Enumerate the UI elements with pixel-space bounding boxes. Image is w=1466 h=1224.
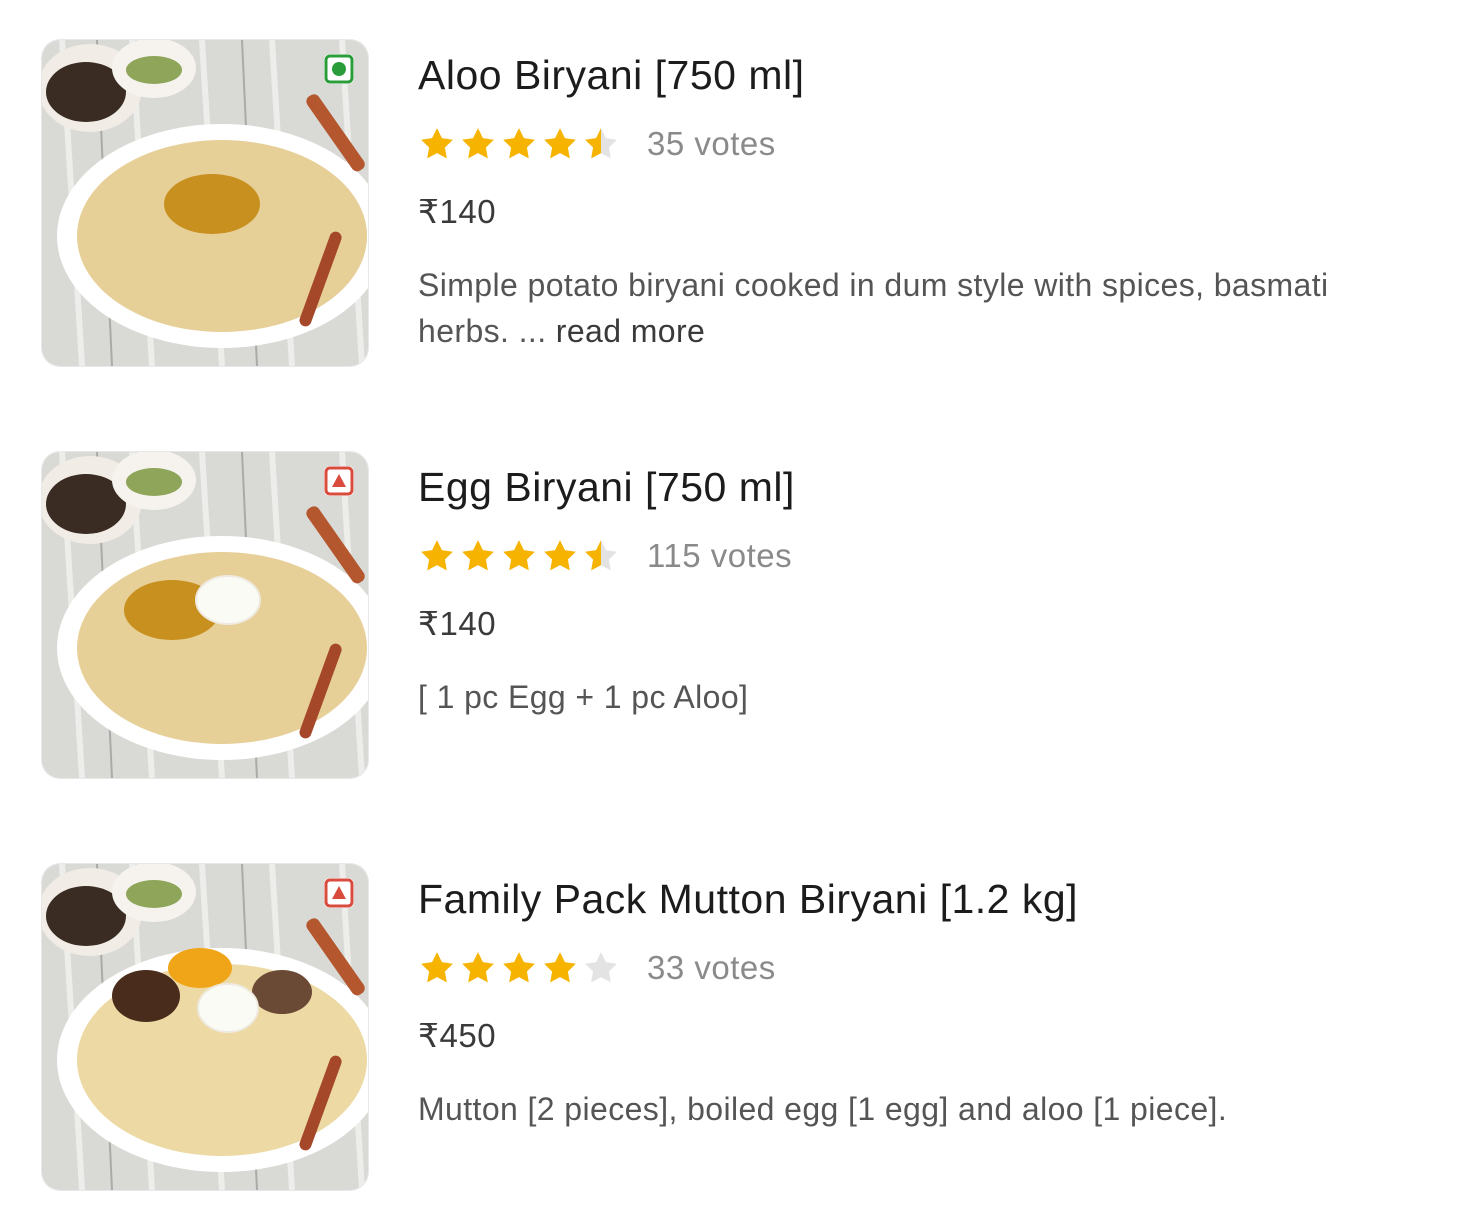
votes-count: 115 votes [647, 537, 793, 574]
star-icon [462, 540, 494, 571]
star-icon [421, 540, 453, 571]
item-price: ₹140 [418, 605, 497, 642]
star-icon [462, 128, 494, 159]
item-name[interactable]: Family Pack Mutton Biryani [1.2 kg] [418, 876, 1078, 923]
menu-item[interactable]: Aloo Biryani [750 ml] 35 votes ₹140 Simp… [0, 40, 1466, 370]
star-rating [418, 125, 623, 163]
item-name[interactable]: Egg Biryani [750 ml] [418, 464, 795, 511]
votes-count: 33 votes [647, 949, 776, 986]
star-icon [503, 540, 535, 571]
non-veg-icon [324, 878, 354, 908]
veg-icon [324, 54, 354, 84]
item-description: Mutton [2 pieces], boiled egg [1 egg] an… [418, 1091, 1228, 1127]
star-icon [503, 952, 535, 983]
mutton-biryani-image[interactable] [42, 864, 368, 1190]
star-icon [421, 128, 453, 159]
star-rating [418, 949, 623, 987]
star-icon [544, 128, 576, 159]
rating-row: 35 votes [418, 122, 776, 166]
star-icon [503, 128, 535, 159]
half-star-icon [585, 540, 617, 571]
star-icon [421, 952, 453, 983]
rating-row: 33 votes [418, 946, 776, 990]
aloo-biryani-image[interactable] [42, 40, 368, 366]
votes-count: 35 votes [647, 125, 776, 162]
empty-star-icon [585, 952, 617, 983]
star-rating [418, 537, 623, 575]
description-text: Simple potato biryani cooked in dum styl… [418, 267, 1329, 303]
egg-biryani-image[interactable] [42, 452, 368, 778]
item-price: ₹140 [418, 193, 497, 230]
half-star-icon [585, 128, 617, 159]
item-description: [ 1 pc Egg + 1 pc Aloo] [418, 679, 749, 715]
description-text-line2: herbs. ... [418, 313, 547, 349]
star-icon [544, 540, 576, 571]
item-name[interactable]: Aloo Biryani [750 ml] [418, 52, 805, 99]
menu-item[interactable]: Egg Biryani [750 ml] 115 votes ₹140 [ 1 … [0, 452, 1466, 782]
star-icon [462, 952, 494, 983]
rating-row: 115 votes [418, 534, 792, 578]
non-veg-icon [324, 466, 354, 496]
menu-item[interactable]: Family Pack Mutton Biryani [1.2 kg] 33 v… [0, 864, 1466, 1194]
menu-list: Aloo Biryani [750 ml] 35 votes ₹140 Simp… [0, 0, 1466, 1224]
star-icon [544, 952, 576, 983]
read-more-link[interactable]: read more [556, 313, 705, 349]
item-price: ₹450 [418, 1017, 497, 1054]
item-description: Simple potato biryani cooked in dum styl… [418, 262, 1466, 354]
